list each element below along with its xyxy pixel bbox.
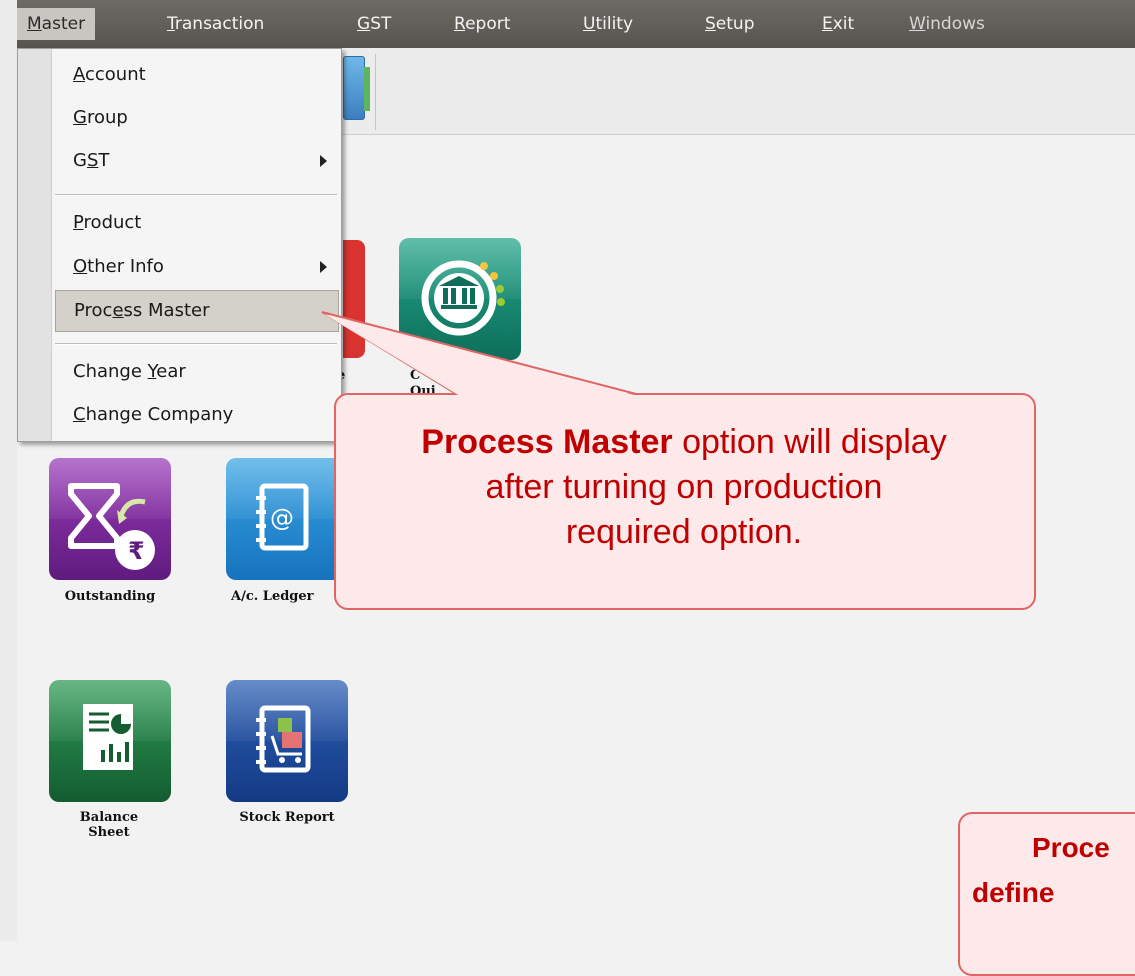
balance-sheet-label-line1: Balance (79, 810, 139, 825)
annotation-callout-2-text: Proce define (972, 825, 1135, 915)
menu-gutter (18, 49, 52, 441)
menu-item-account[interactable]: Account (55, 55, 337, 95)
menubar: Master Transaction GST Report Utility Se… (17, 0, 1135, 48)
outstanding-label: Outstanding (64, 589, 156, 604)
menu-item-label: Other Info (73, 256, 164, 277)
balance-sheet-icon (83, 704, 133, 770)
callout2-line-1: Proce (1032, 832, 1110, 863)
menu-item-gst[interactable]: GST (55, 141, 337, 181)
menu-item-product[interactable]: Product (55, 203, 337, 243)
menu-item-group[interactable]: Group (55, 98, 337, 138)
menu-item-label: Account (73, 64, 146, 85)
menu-item-label: Change Company (73, 404, 234, 425)
menu-transaction[interactable]: Transaction (167, 0, 264, 48)
menu-item-change-company[interactable]: Change Company (55, 395, 337, 435)
window-left-frame (0, 0, 17, 941)
menu-master[interactable]: Master (17, 8, 96, 40)
submenu-arrow-icon (320, 155, 327, 167)
svg-text:₹: ₹ (128, 537, 145, 565)
callout-line-3: required option. (565, 513, 803, 551)
menu-item-other-info[interactable]: Other Info (55, 247, 337, 287)
quick-bank-label-1: C (410, 368, 421, 383)
annotation-callout-text: Process Master option will display after… (334, 420, 1034, 555)
callout2-line-2: define (972, 877, 1055, 908)
ledger-label: A/c. Ledger (231, 589, 314, 604)
menu-windows[interactable]: Windows (909, 0, 985, 48)
menu-item-label: GST (73, 150, 110, 171)
menu-item-change-year[interactable]: Change Year (55, 352, 337, 392)
address-book-icon: @ (256, 483, 309, 551)
menu-separator (55, 343, 337, 345)
hidden-tile-red[interactable] (343, 240, 365, 358)
ledger-tile[interactable]: @ (226, 458, 348, 580)
submenu-arrow-icon (320, 261, 327, 273)
stock-report-label: Stock Report (239, 810, 335, 825)
menu-separator (55, 194, 337, 196)
menu-item-label: Product (73, 212, 142, 233)
outstanding-tile[interactable]: ₹ (49, 458, 171, 580)
master-dropdown-menu: Account Group GST Product Other Info Pro… (17, 48, 342, 442)
toolbar-icon[interactable] (343, 56, 370, 120)
callout-line-2: after turning on production (485, 468, 883, 506)
quick-bank-tile[interactable] (399, 238, 521, 360)
menu-utility[interactable]: Utility (583, 0, 633, 48)
callout-line-1: Process Master option will display (421, 423, 947, 461)
balance-sheet-label: Balance Sheet (59, 810, 159, 840)
menu-item-label: Group (73, 107, 128, 128)
balance-sheet-tile[interactable] (49, 680, 171, 802)
balance-sheet-label-line2: Sheet (88, 825, 130, 840)
stock-report-tile[interactable] (226, 680, 348, 802)
menu-exit[interactable]: Exit (822, 0, 854, 48)
menu-item-label: Change Year (73, 361, 186, 382)
stock-cart-icon (256, 705, 311, 773)
menu-report[interactable]: Report (454, 0, 510, 48)
toolbar-separator (375, 54, 376, 130)
menu-item-label: Process Master (74, 300, 210, 321)
bank-icon (421, 260, 505, 336)
hourglass-rupee-icon: ₹ (68, 483, 155, 570)
menu-gst[interactable]: GST (357, 0, 391, 48)
svg-text:@: @ (270, 504, 294, 532)
menu-item-process-master[interactable]: Process Master (55, 290, 339, 332)
menu-setup[interactable]: Setup (705, 0, 755, 48)
